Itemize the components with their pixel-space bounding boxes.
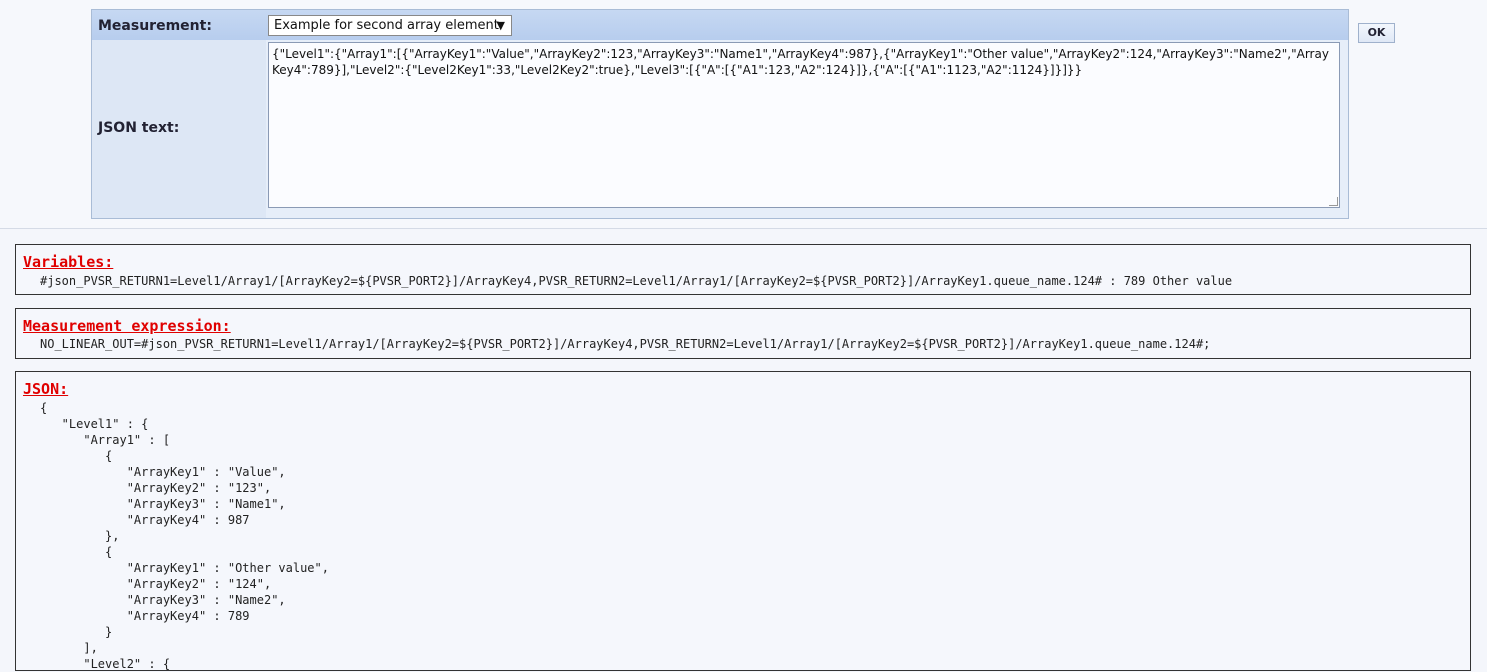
variables-title: Variables:	[23, 253, 114, 271]
measurement-expression-title: Measurement expression:	[23, 317, 231, 335]
measurement-label: Measurement:	[98, 18, 212, 34]
form-area: Measurement: Example for second array el…	[0, 0, 1487, 229]
dropdown-arrow-icon: ▼	[496, 19, 505, 32]
measurement-select-value: Example for second array element	[274, 18, 499, 33]
variables-text: #json_PVSR_RETURN1=Level1/Array1/[ArrayK…	[40, 274, 1233, 288]
json-text-cell: {"Level1":{"Array1":[{"ArrayKey1":"Value…	[266, 40, 1348, 218]
measurement-expression-panel: Measurement expression: NO_LINEAR_OUT=#j…	[15, 308, 1471, 359]
measurement-select[interactable]: Example for second array element ▼	[268, 15, 512, 36]
measurement-expression-text: NO_LINEAR_OUT=#json_PVSR_RETURN1=Level1/…	[40, 337, 1211, 351]
json-label-cell: JSON text:	[92, 40, 266, 218]
json-text-label: JSON text:	[98, 120, 180, 136]
json-title: JSON:	[23, 380, 69, 398]
json-panel: JSON: { "Level1" : { "Array1" : [ { "Arr…	[15, 371, 1471, 671]
json-text-input[interactable]: {"Level1":{"Array1":[{"ArrayKey1":"Value…	[268, 42, 1340, 208]
form-header-row: Measurement: Example for second array el…	[92, 10, 1348, 40]
resize-grip-icon[interactable]	[1329, 197, 1338, 206]
json-formatted-text: { "Level1" : { "Array1" : [ { "ArrayKey1…	[40, 401, 329, 671]
variables-panel: Variables: #json_PVSR_RETURN1=Level1/Arr…	[15, 244, 1471, 295]
measurement-form: Measurement: Example for second array el…	[91, 9, 1349, 219]
ok-button[interactable]: OK	[1358, 23, 1395, 43]
